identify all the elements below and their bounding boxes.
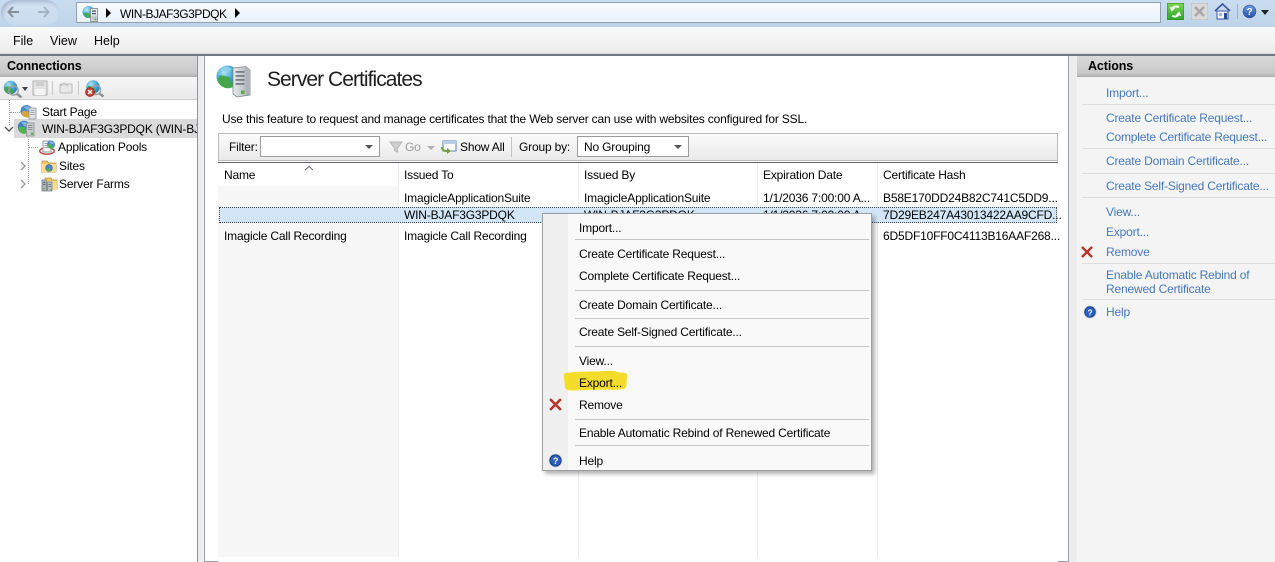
svg-text:?: ? — [1247, 7, 1253, 18]
svg-text:?: ? — [1088, 307, 1093, 317]
svg-text:?: ? — [553, 456, 558, 466]
